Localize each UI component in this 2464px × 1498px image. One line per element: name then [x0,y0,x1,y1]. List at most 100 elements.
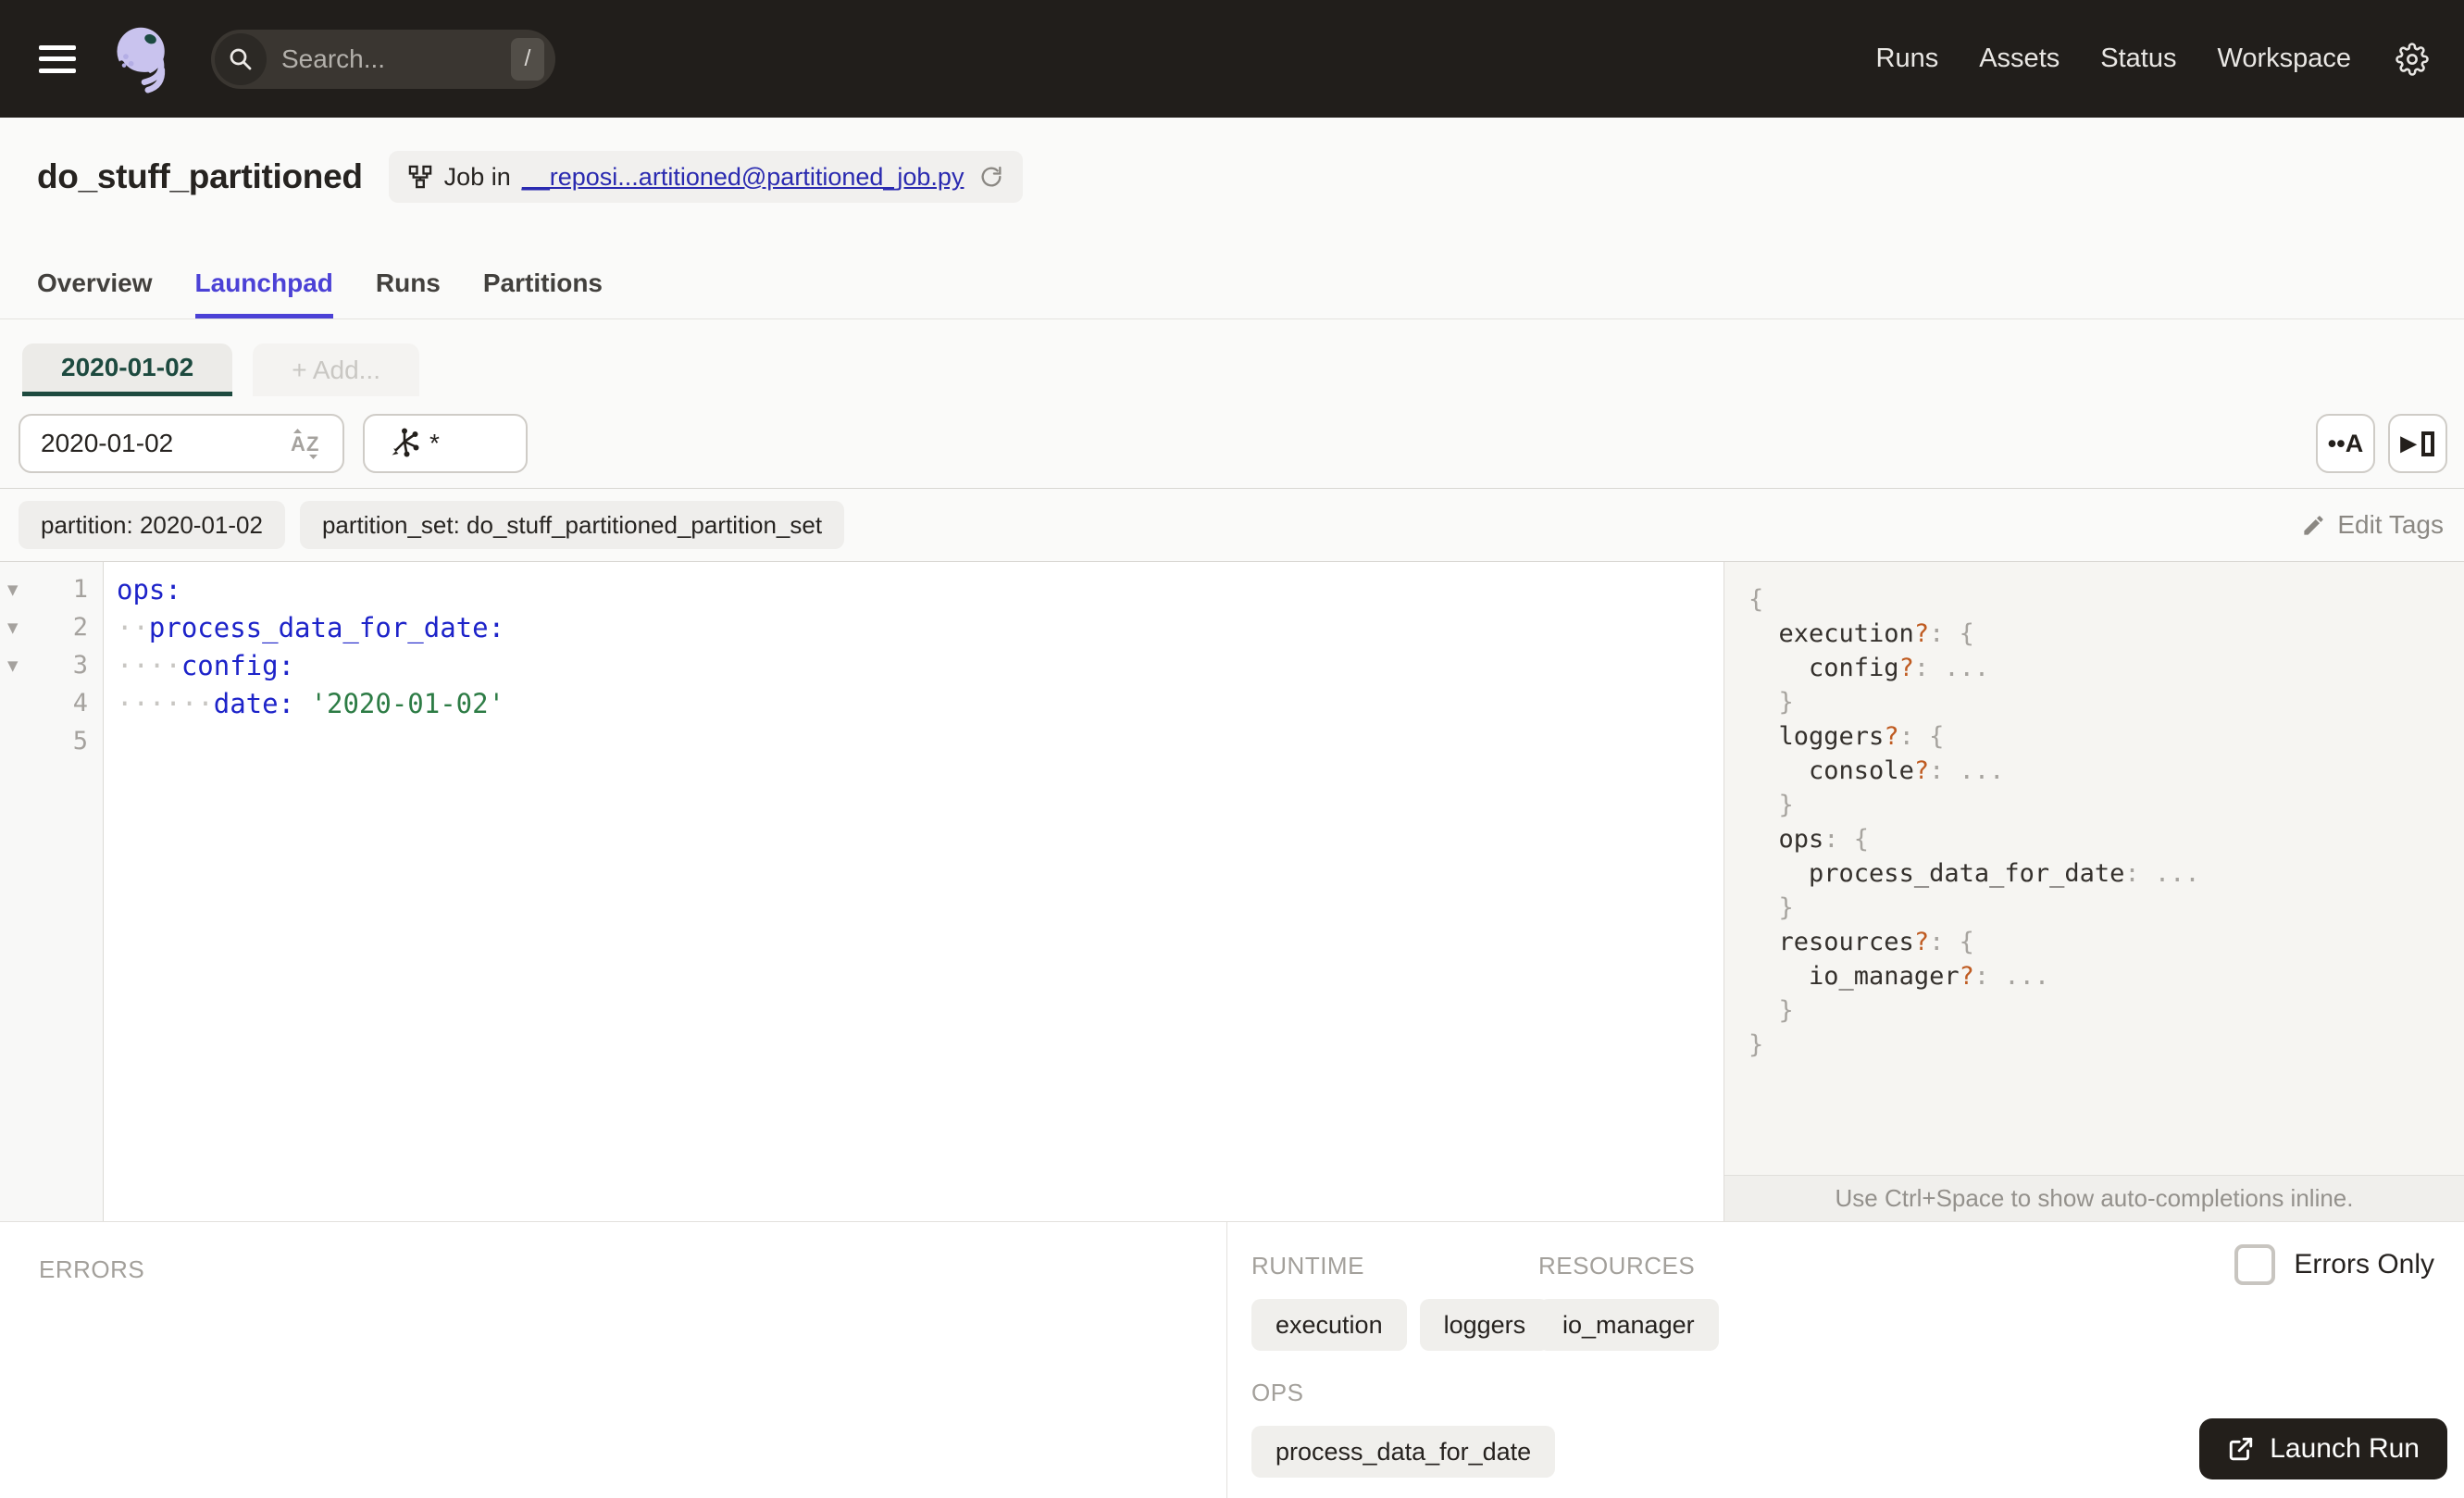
search-shortcut-badge: / [511,37,544,81]
tab-overview[interactable]: Overview [37,268,153,318]
autocomplete-button[interactable]: ••A [2316,414,2375,473]
tag-pill: partition_set: do_stuff_partitioned_part… [299,501,845,549]
schema-line: } [1748,791,1794,819]
fold-arrow-icon[interactable]: ▼ [0,580,28,600]
job-graph-icon [408,165,431,189]
config-chip[interactable]: io_manager [1538,1299,1719,1351]
schema-line: } [1748,688,1794,717]
nav-runs[interactable]: Runs [1876,44,1939,74]
code-line[interactable]: ···· config: [117,646,1724,684]
tab-runs[interactable]: Runs [376,268,441,318]
gutter-row: 5 [0,722,103,760]
errors-only-label: Errors Only [2294,1249,2434,1280]
line-number: 5 [72,727,88,755]
page-tabs: Overview Launchpad Runs Partitions [0,268,2464,318]
errors-only-toggle[interactable]: Errors Only [2234,1244,2434,1285]
schema-line: } [1748,1030,1764,1059]
fold-arrow-icon[interactable]: ▼ [0,655,28,676]
yaml-config-editor[interactable]: ▼ 1 ▼ 2 ▼ 3 4 5 ops: ·· process_data_for_date: ···… [0,562,1724,1221]
schema-line: } [1748,996,1794,1025]
settings-gear-icon[interactable] [2396,42,2429,76]
dagster-logo-icon[interactable] [107,22,178,96]
launchpad-config-tabs: 2020-01-02 + Add... [0,319,2464,396]
line-number: 2 [72,613,88,642]
autocomplete-icon: ••A [2327,429,2364,457]
schema-line: io_manager?: ... [1809,962,2050,991]
config-group-resources: RESOURCES io_manager [1538,1252,1719,1351]
config-group-runtime: RUNTIME execution loggers [1251,1252,1550,1351]
config-chip[interactable]: process_data_for_date [1251,1426,1556,1478]
errors-label: ERRORS [39,1255,145,1283]
config-schema-tree: { execution?: { config?: ... } loggers?:… [1724,562,2464,1062]
tab-partitions[interactable]: Partitions [483,268,603,318]
group-label: OPS [1251,1379,1304,1406]
editor-gutter: ▼ 1 ▼ 2 ▼ 3 4 5 [0,562,104,1221]
line-number: 3 [72,651,88,680]
errors-panel: ERRORS [0,1222,1226,1498]
line-number: 4 [72,689,88,718]
group-label: RUNTIME [1251,1252,1364,1280]
sort-az-icon: A Z [291,429,318,459]
top-nav-bar: Search... / Runs Assets Status Workspace [0,0,2464,118]
reload-icon[interactable] [978,164,1004,190]
top-nav-links: Runs Assets Status Workspace [1876,44,2351,74]
launch-run-label: Launch Run [2270,1433,2420,1464]
gutter-row: 4 [0,684,103,722]
partition-selector[interactable]: A Z [19,414,344,473]
op-selector[interactable] [363,414,528,473]
code-line[interactable]: ops: [117,570,1724,608]
nav-assets[interactable]: Assets [1979,44,2060,74]
edit-tags-button[interactable]: Edit Tags [2301,510,2444,540]
schema-line: loggers?: { [1778,722,1945,751]
schema-line: execution?: { [1778,619,1974,648]
group-label: RESOURCES [1538,1252,1696,1280]
nav-status[interactable]: Status [2100,44,2176,74]
schema-line: resources?: { [1778,928,1974,956]
op-selector-icon [392,428,419,457]
search-placeholder: Search... [281,44,386,73]
expand-panel-icon: ▶ [2400,431,2417,455]
nav-workspace[interactable]: Workspace [2217,44,2351,74]
bottom-panel: ERRORS RUNTIME execution loggers RESOURCES i… [0,1221,2464,1498]
editor-code[interactable]: ops: ·· process_data_for_date: ···· config: ·… [104,562,1724,1221]
search-icon [215,32,267,85]
menu-icon[interactable] [39,44,76,73]
line-number: 1 [72,575,88,604]
config-editor-split: ▼ 1 ▼ 2 ▼ 3 4 5 ops: ·· process_data_for_date: ···… [0,562,2464,1221]
add-config-tab[interactable]: + Add... [253,343,419,396]
search-input[interactable]: Search... / [211,29,555,89]
toggle-panel-button[interactable]: ▶ [2388,414,2447,473]
code-line[interactable]: ······ date: '2020-01-02' [117,684,1724,722]
errors-only-checkbox[interactable] [2234,1244,2276,1285]
code-line[interactable]: ·· process_data_for_date: [117,608,1724,646]
config-group-ops: OPS process_data_for_date [1251,1379,1556,1478]
svg-text:Z: Z [306,432,318,456]
page-title: do_stuff_partitioned [37,157,363,195]
schema-line: { [1748,585,1764,614]
autocomplete-hint: Use Ctrl+Space to show auto-completions … [1724,1175,2464,1221]
config-chip[interactable]: loggers [1419,1299,1550,1351]
schema-line: process_data_for_date: ... [1809,859,2200,888]
config-chip[interactable]: execution [1251,1299,1407,1351]
gutter-row: ▼ 3 [0,646,103,684]
job-origin-badge: Job in __reposi...artitioned@partitioned… [388,151,1024,203]
job-origin-link[interactable]: __reposi...artitioned@partitioned_job.py [522,163,964,192]
tab-launchpad[interactable]: Launchpad [194,268,333,318]
fold-arrow-icon[interactable]: ▼ [0,618,28,638]
svg-text:A: A [291,432,305,456]
tags-row: partition: 2020-01-02 partition_set: do_s… [0,489,2464,562]
launch-icon [2230,1437,2253,1461]
schema-line: config?: ... [1809,654,1990,682]
op-selector-input[interactable] [429,429,509,458]
launchpad-controls: 2020-01-02 + Add... A Z [0,319,2464,562]
launch-run-button[interactable]: Launch Run [2199,1418,2447,1479]
partition-config-tab-2020-01-02[interactable]: 2020-01-02 [22,343,233,396]
schema-line: } [1748,893,1794,922]
code-line[interactable] [117,722,1724,760]
job-badge-prefix: Job in [443,162,511,191]
partition-selector-input[interactable] [41,429,287,458]
gutter-row: ▼ 2 [0,608,103,646]
pencil-icon [2304,515,2323,535]
config-schema-panel: { execution?: { config?: ... } loggers?:… [1724,562,2464,1221]
page-header: do_stuff_partitioned Job in __reposi...a… [0,118,2464,319]
